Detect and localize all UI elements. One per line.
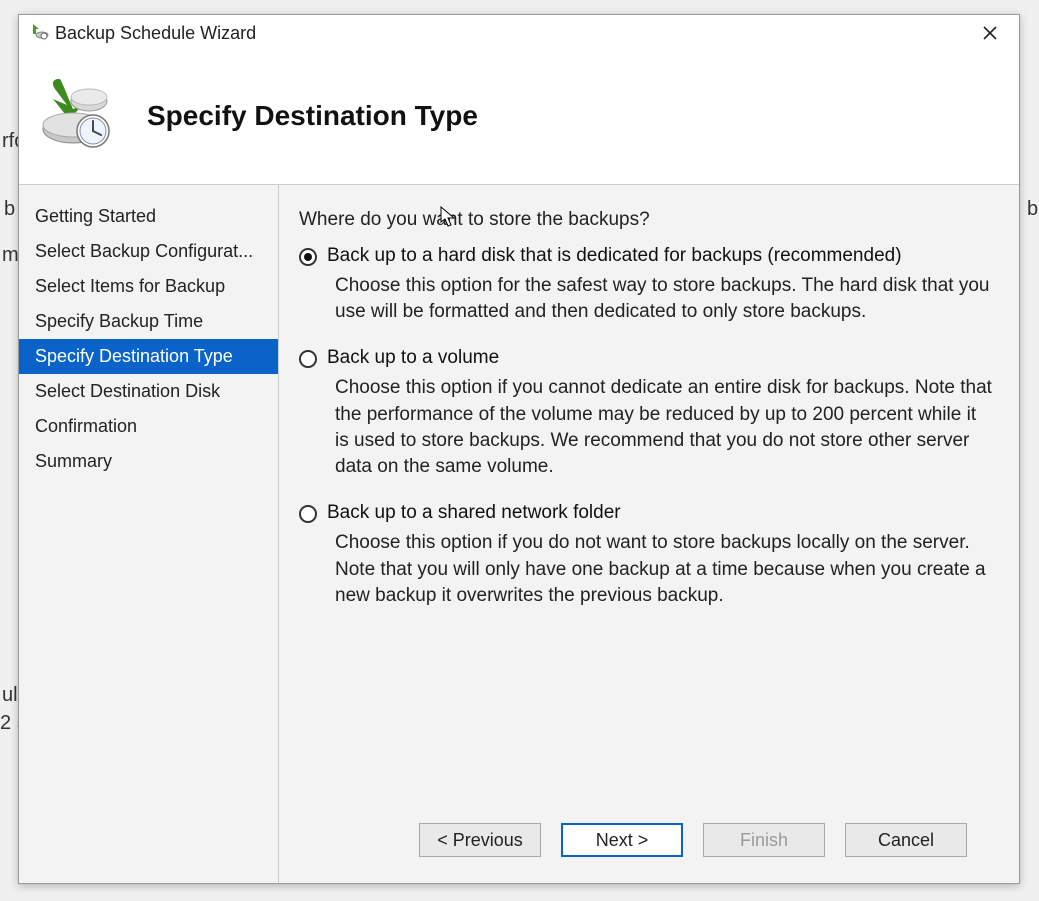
option-dedicated-disk-desc: Choose this option for the safest way to… [335,273,995,325]
app-icon [29,21,49,46]
cancel-button[interactable]: Cancel [845,823,967,857]
sidebar-item-select-items[interactable]: Select Items for Backup [19,269,278,304]
option-volume-label[interactable]: Back up to a volume [327,347,499,369]
radio-dedicated-disk[interactable] [299,248,317,266]
option-network-folder-desc: Choose this option if you do not want to… [335,530,995,609]
window-title: Backup Schedule Wizard [55,23,256,44]
option-volume-desc: Choose this option if you cannot dedicat… [335,375,995,480]
page-title: Specify Destination Type [147,100,478,132]
radio-volume[interactable] [299,350,317,368]
bg-text: ul [2,684,18,707]
wizard-header-icon [33,75,117,156]
next-button[interactable]: Next > [561,823,683,857]
prompt-text: Where do you want to store the backups? [299,209,995,231]
titlebar: Backup Schedule Wizard [19,15,1019,51]
sidebar-item-select-backup-config[interactable]: Select Backup Configurat... [19,234,278,269]
sidebar-item-getting-started[interactable]: Getting Started [19,199,278,234]
close-button[interactable] [969,19,1011,47]
bg-text: m [2,244,19,267]
wizard-dialog: Backup Schedule Wizard Specify Destinati… [18,14,1020,884]
destination-options: Back up to a hard disk that is dedicated… [299,245,995,803]
sidebar-item-summary[interactable]: Summary [19,444,278,479]
option-network-folder: Back up to a shared network folder Choos… [299,502,995,609]
option-network-folder-label[interactable]: Back up to a shared network folder [327,502,621,524]
sidebar-item-specify-destination-type[interactable]: Specify Destination Type [19,339,278,374]
sidebar-item-confirmation[interactable]: Confirmation [19,409,278,444]
sidebar-item-specify-time[interactable]: Specify Backup Time [19,304,278,339]
option-dedicated-disk-label[interactable]: Back up to a hard disk that is dedicated… [327,245,902,267]
radio-network-folder[interactable] [299,505,317,523]
wizard-header: Specify Destination Type [19,51,1019,184]
previous-button[interactable]: < Previous [419,823,541,857]
finish-button: Finish [703,823,825,857]
sidebar-item-select-destination-disk[interactable]: Select Destination Disk [19,374,278,409]
option-dedicated-disk: Back up to a hard disk that is dedicated… [299,245,995,325]
option-volume: Back up to a volume Choose this option i… [299,347,995,480]
bg-text: b [1027,198,1038,221]
wizard-steps-sidebar: Getting Started Select Backup Configurat… [19,185,279,883]
bg-text: b [4,198,15,221]
wizard-content: Where do you want to store the backups? … [279,185,1019,883]
wizard-buttons: < Previous Next > Finish Cancel [299,803,995,883]
wizard-body: Getting Started Select Backup Configurat… [19,184,1019,883]
